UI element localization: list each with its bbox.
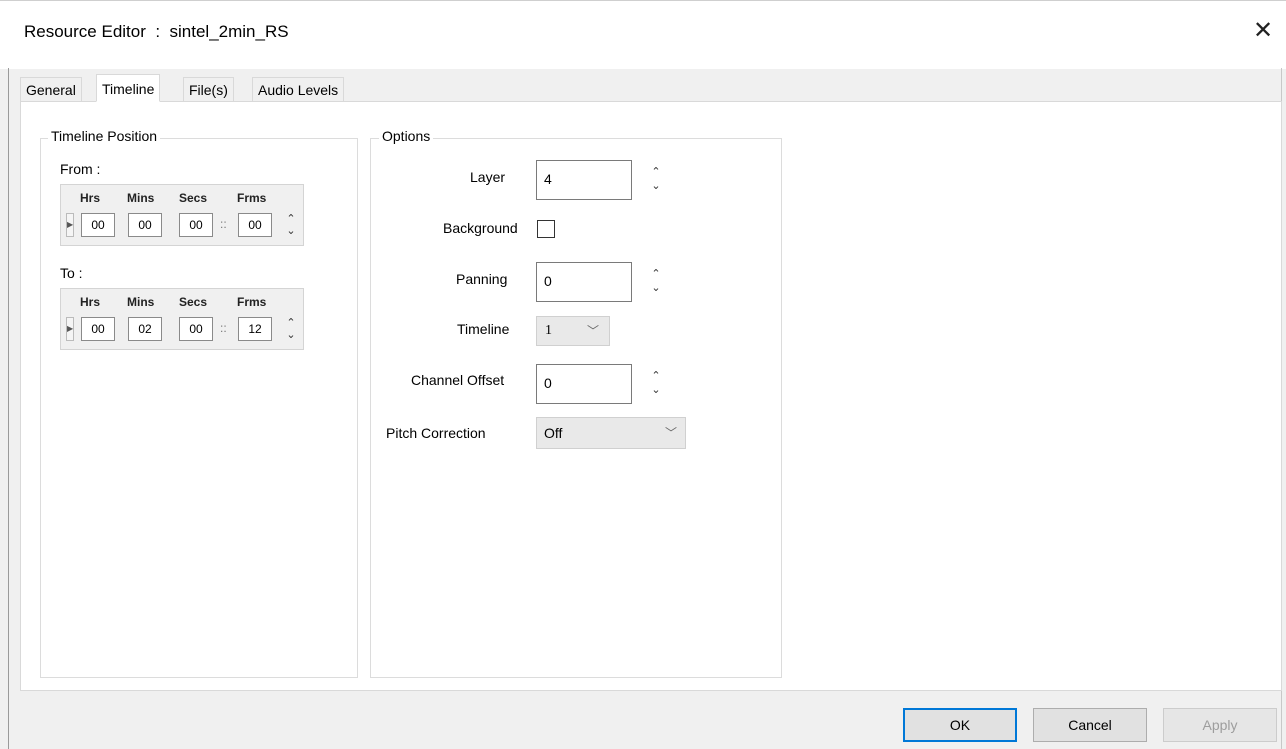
to-secs-header: Secs [179, 295, 208, 309]
from-mins-field[interactable]: 00 [128, 213, 162, 237]
window-title: Resource Editor : sintel_2min_RS [24, 22, 289, 41]
tab-audio-levels[interactable]: Audio Levels [252, 77, 345, 101]
options-title: Options [379, 128, 434, 144]
options-group [370, 138, 782, 678]
layer-label: Layer [470, 169, 506, 185]
row-marker-icon: ▶ [66, 213, 74, 237]
channel-offset-input[interactable]: 0 [536, 364, 632, 404]
from-secs-field[interactable]: 00 [179, 213, 213, 237]
from-hrs-field[interactable]: 00 [81, 213, 115, 237]
from-frms-header: Frms [237, 191, 267, 205]
channel-offset-spin-down-icon[interactable]: ⌄ [649, 384, 663, 396]
from-secs-header: Secs [179, 191, 208, 205]
channel-offset-spin-up-icon[interactable]: ⌃ [649, 370, 663, 382]
timeline-select[interactable]: 1 ﹀ [536, 316, 610, 346]
channel-offset-label: Channel Offset [411, 372, 505, 388]
from-spin-down-icon[interactable]: ⌄ [284, 225, 298, 237]
layer-spin-down-icon[interactable]: ⌄ [649, 180, 663, 192]
layer-spin-up-icon[interactable]: ⌃ [649, 166, 663, 178]
layer-input[interactable]: 4 [536, 160, 632, 200]
apply-button[interactable]: Apply [1163, 708, 1277, 742]
to-mins-header: Mins [127, 295, 155, 309]
to-hrs-header: Hrs [80, 295, 101, 309]
chevron-down-icon: ﹀ [665, 426, 678, 440]
from-mins-header: Mins [127, 191, 155, 205]
to-frms-header: Frms [237, 295, 267, 309]
panning-label: Panning [456, 271, 508, 287]
ok-button[interactable]: OK [903, 708, 1017, 742]
timeline-label: Timeline [457, 321, 510, 337]
background-checkbox[interactable] [537, 220, 555, 238]
timeline-select-value: 1 [545, 323, 552, 338]
to-mins-field[interactable]: 02 [128, 317, 162, 341]
tab-timeline[interactable]: Timeline [96, 74, 161, 102]
tab-general[interactable]: General [20, 77, 82, 101]
panning-spin-up-icon[interactable]: ⌃ [649, 268, 663, 280]
pitch-correction-select-value: Off [544, 425, 563, 441]
from-frms-field[interactable]: 00 [238, 213, 272, 237]
close-icon[interactable]: ✕ [1248, 16, 1278, 46]
panning-input[interactable]: 0 [536, 262, 632, 302]
to-spin-down-icon[interactable]: ⌄ [284, 329, 298, 341]
to-frms-field[interactable]: 12 [238, 317, 272, 341]
from-hrs-header: Hrs [80, 191, 101, 205]
frame-separator: :: [220, 217, 227, 231]
frame-separator: :: [220, 321, 227, 335]
panning-spin-down-icon[interactable]: ⌄ [649, 282, 663, 294]
to-hrs-field[interactable]: 00 [81, 317, 115, 341]
to-label: To : [60, 265, 83, 281]
cancel-button[interactable]: Cancel [1033, 708, 1147, 742]
window-border-left [8, 68, 9, 749]
chevron-down-icon: ﹀ [587, 324, 600, 338]
from-label: From : [60, 161, 101, 177]
pitch-correction-label: Pitch Correction [386, 425, 486, 441]
to-secs-field[interactable]: 00 [179, 317, 213, 341]
from-spin-up-icon[interactable]: ⌃ [284, 213, 298, 225]
pitch-correction-select[interactable]: Off ﹀ [536, 417, 686, 449]
timeline-position-title: Timeline Position [48, 128, 161, 144]
background-label: Background [443, 220, 518, 236]
tab-files[interactable]: File(s) [183, 77, 234, 101]
row-marker-icon: ▶ [66, 317, 74, 341]
to-spin-up-icon[interactable]: ⌃ [284, 317, 298, 329]
